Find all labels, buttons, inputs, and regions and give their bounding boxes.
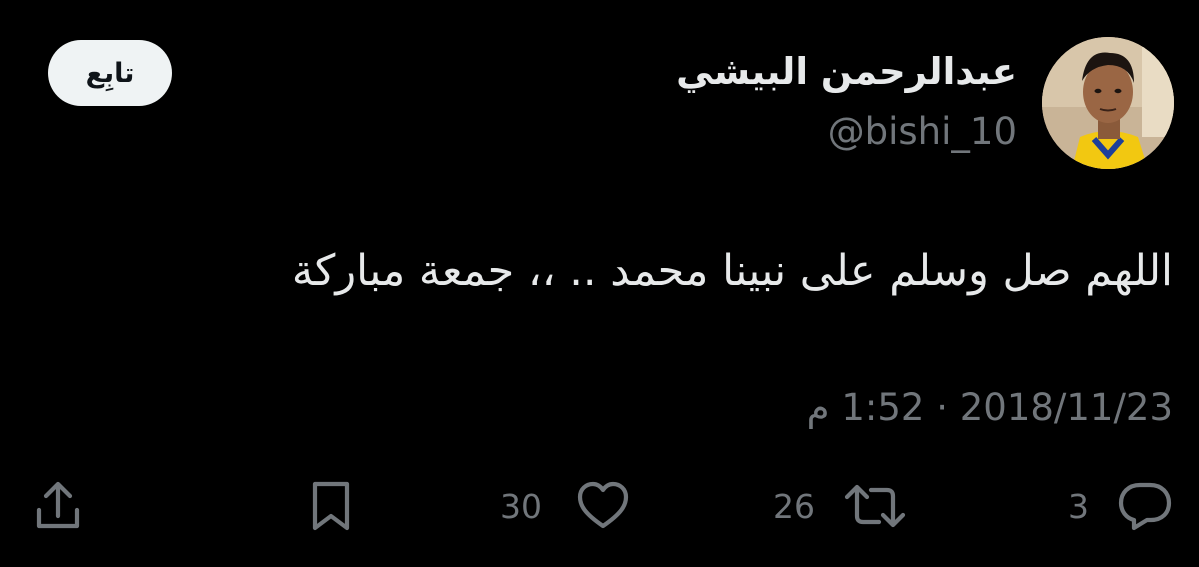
speech-bubble-icon[interactable] [1116, 478, 1174, 534]
author-display-name[interactable]: عبدالرحمن البيشي [676, 50, 1017, 93]
follow-button[interactable]: تابِع [48, 40, 172, 106]
bookmark-icon[interactable] [306, 478, 356, 534]
tweet-text: اللهم صل وسلم على نبينا محمد .. ،، جمعة … [291, 246, 1173, 296]
tweet-card: عبدالرحمن البيشي @bishi_10 تابِع اللهم ص… [0, 0, 1199, 567]
avatar[interactable] [1042, 37, 1174, 169]
author-handle[interactable]: @bishi_10 [828, 110, 1017, 153]
follow-button-label: تابِع [85, 57, 135, 89]
tweet-timestamp[interactable]: 2018/11/23 · 1:52 م [807, 386, 1173, 429]
like-count: 30 [500, 487, 542, 526]
heart-icon[interactable] [574, 478, 632, 534]
share-upload-icon[interactable] [32, 478, 84, 534]
retweet-count: 26 [773, 487, 815, 526]
retweet-arrows-icon[interactable] [842, 478, 908, 534]
profile-photo-icon [1042, 37, 1174, 169]
reply-count: 3 [1068, 487, 1089, 526]
